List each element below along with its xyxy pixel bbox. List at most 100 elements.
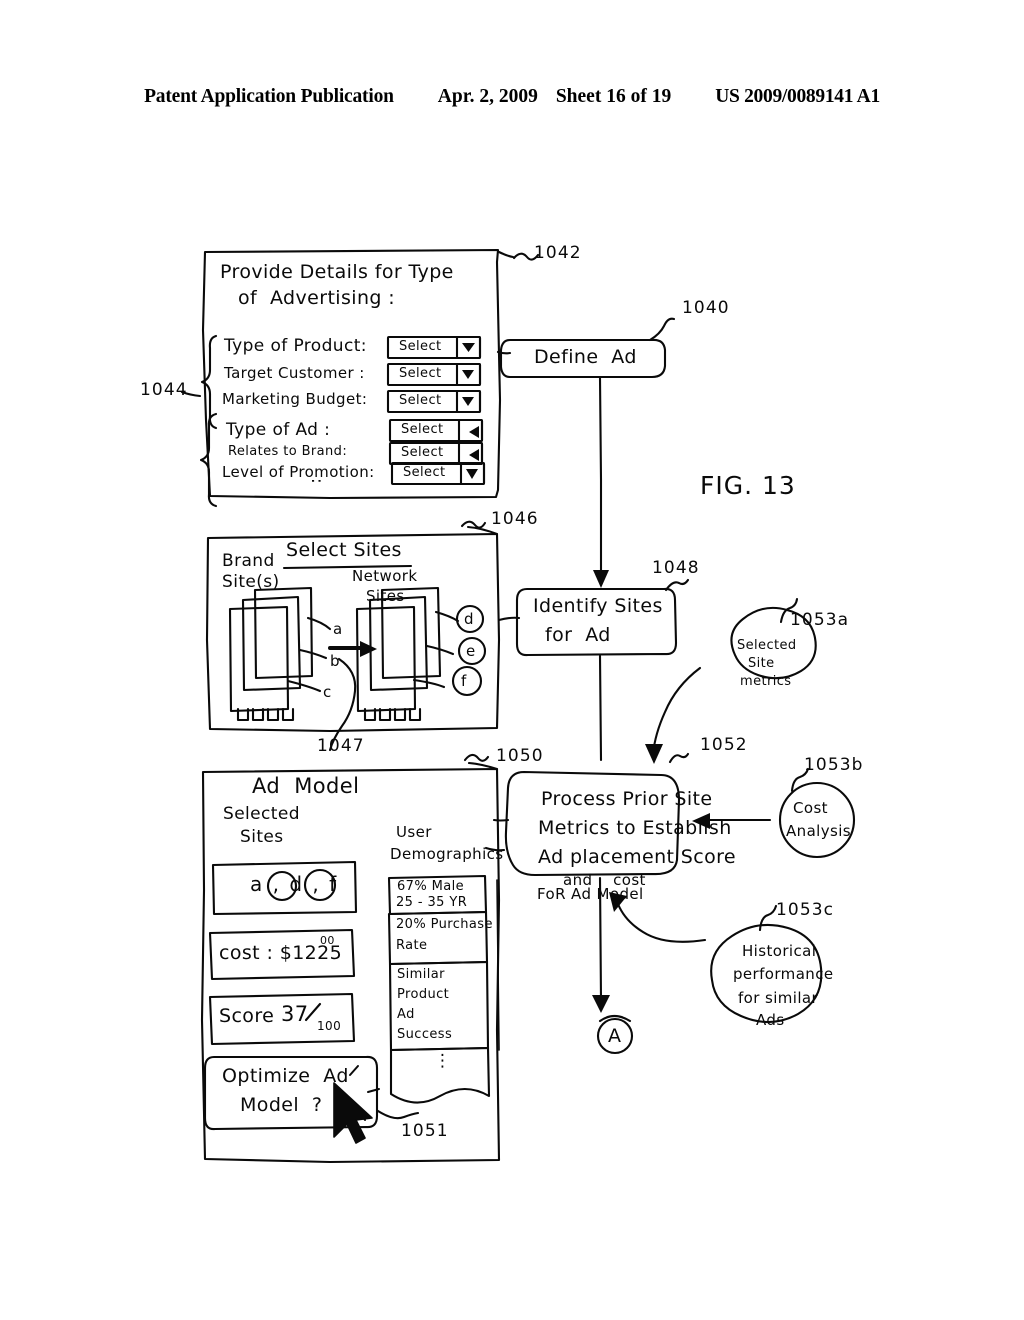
- link-sites-to-identify: [497, 616, 521, 622]
- network-site-tabs: [363, 707, 422, 722]
- demographic-2-line4: Success: [397, 1027, 453, 1042]
- network-tag-e: e: [466, 642, 476, 660]
- mouse-cursor-icon: [333, 1082, 373, 1144]
- select-value-marketing-budget[interactable]: Select: [399, 393, 442, 409]
- leader-d: [434, 610, 460, 623]
- ref-1042: 1042: [534, 243, 582, 263]
- page-header: Patent Application Publication Apr. 2, 2…: [0, 86, 1024, 108]
- process-1052-line5: FoR Ad Model: [537, 885, 644, 903]
- network-tag-f: f: [461, 672, 467, 690]
- lead-1048: [664, 578, 690, 592]
- demographic-2-line2: Product: [397, 987, 450, 1002]
- input-1053a-line3: metrics: [740, 674, 792, 689]
- leader-e: [425, 644, 455, 656]
- ref-1046: 1046: [491, 509, 539, 529]
- optimize-ad-model-line2[interactable]: Model ?: [240, 1094, 322, 1116]
- input-1053c-line3: for similar: [738, 989, 819, 1007]
- select-value-level-of-promotion[interactable]: Select: [403, 465, 446, 481]
- demographic-0-line1: 67% Male: [397, 879, 465, 894]
- demographic-2-line3: Ad: [397, 1007, 415, 1022]
- select-value-type-of-ad[interactable]: Select: [401, 422, 444, 438]
- brand-site-stack: [228, 586, 314, 713]
- field-label-level-of-promotion: Level of Promotion:: [222, 463, 375, 481]
- leader-c: [286, 679, 322, 693]
- network-tag-d: d: [464, 610, 474, 628]
- patent-drawing-page: Patent Application Publication Apr. 2, 2…: [0, 0, 1024, 1320]
- network-sites-label-line1: Network: [352, 567, 418, 585]
- field-label-target-customer: Target Customer :: [224, 364, 365, 382]
- link-process-to-admodel: [492, 818, 510, 822]
- select-value-relates-to-brand[interactable]: Select: [401, 445, 444, 461]
- identify-sites-line2: for Ad: [545, 624, 611, 646]
- input-1053b-line1: Cost: [793, 799, 828, 817]
- header-date: Apr. 2, 2009: [437, 86, 538, 107]
- ref-1053a: 1053a: [790, 610, 850, 630]
- brand-sites-label-line2: Site(s): [222, 572, 280, 592]
- link-identify-to-process: [598, 654, 603, 762]
- arrow-1053a-to-process: [651, 666, 702, 756]
- brand-site-tabs: [236, 707, 295, 722]
- bubble-1053b: [778, 781, 856, 859]
- lead-1050: [463, 753, 490, 762]
- header-sheet: Sheet 16 of 19: [555, 86, 672, 107]
- network-site-stack: [355, 586, 442, 713]
- header-patent-number: US 2009/0089141 A1: [715, 86, 880, 107]
- leader-b: [298, 648, 328, 660]
- field-label-type-of-ad: Type of Ad :: [226, 420, 331, 440]
- input-1053c-line2: performance: [733, 965, 834, 983]
- selected-sites-label-line1: Selected: [223, 804, 300, 824]
- connector-A-label: A: [608, 1025, 622, 1047]
- select-value-target-customer[interactable]: Select: [399, 366, 442, 382]
- lead-1046: [460, 520, 487, 529]
- define-ad-label[interactable]: Define Ad: [534, 346, 637, 368]
- demographic-1-line1: 20% Purchase: [396, 917, 493, 932]
- ref-1044: 1044: [140, 380, 188, 400]
- ref-1040: 1040: [682, 298, 730, 318]
- input-1053a-line1: Selected: [737, 638, 797, 653]
- input-1053b-line2: Analysis: [786, 822, 852, 840]
- field-label-type-of-product: Type of Product:: [224, 336, 367, 356]
- ad-model-cost-cents: 00: [320, 934, 335, 947]
- figure-label: FIG. 13: [700, 471, 796, 500]
- selected-sites-value: a , d , f: [250, 872, 339, 896]
- drawing-ink-layer: [180, 248, 856, 1164]
- brace-1044-upper: [200, 334, 218, 430]
- lead-1040: [648, 317, 676, 342]
- header-publication: Patent Application Publication: [144, 86, 394, 107]
- tag-circle-f: [451, 665, 483, 697]
- leader-f: [412, 678, 446, 689]
- ref-1052: 1052: [700, 735, 748, 755]
- ad-model-score-denominator: 100: [317, 1019, 342, 1033]
- leader-1051: [376, 1109, 420, 1120]
- network-sites-label-line2: Sites: [366, 587, 405, 605]
- ref-1051: 1051: [401, 1121, 449, 1141]
- leader-a: [306, 616, 332, 631]
- field-label-relates-to-brand: Relates to Brand:: [228, 444, 348, 459]
- ad-model-title: Ad Model: [252, 774, 360, 798]
- user-demographics-header-line2: Demographics: [390, 845, 504, 863]
- process-1052-line3: Ad placement Score: [538, 846, 737, 868]
- demographic-2-line1: Similar: [397, 967, 445, 982]
- user-demographics-header-line1: User: [396, 823, 432, 841]
- brand-tag-c: c: [323, 683, 332, 701]
- selected-sites-label-line2: Sites: [240, 827, 284, 847]
- demographic-1-line2: Rate: [396, 938, 428, 953]
- input-1053c-line4: Ads: [756, 1011, 785, 1029]
- link-form-to-define: [496, 350, 512, 355]
- form-1042-title-line2: of Advertising :: [238, 287, 396, 309]
- brand-tag-b: b: [330, 652, 340, 670]
- demographic-0-line2: 25 - 35 YR: [396, 895, 468, 910]
- optimize-ad-model-line1[interactable]: Optimize Ad: [222, 1065, 349, 1087]
- ad-model-score-label: Score: [219, 1005, 275, 1027]
- arrow-1053c-to-process: [616, 902, 707, 943]
- ref-1047: 1047: [317, 736, 365, 756]
- lead-1053c: [758, 904, 778, 932]
- select-value-type-of-product[interactable]: Select: [399, 339, 442, 355]
- select-sites-title: Select Sites: [286, 539, 402, 561]
- form-1042-title-line1: Provide Details for Type: [220, 261, 454, 283]
- brand-tag-a: a: [333, 620, 343, 638]
- identify-sites-line1: Identify Sites: [533, 595, 663, 617]
- input-1053c-line1: Historical: [742, 942, 817, 960]
- process-1052-line1: Process Prior Site: [541, 788, 713, 810]
- ref-1053b: 1053b: [804, 755, 864, 775]
